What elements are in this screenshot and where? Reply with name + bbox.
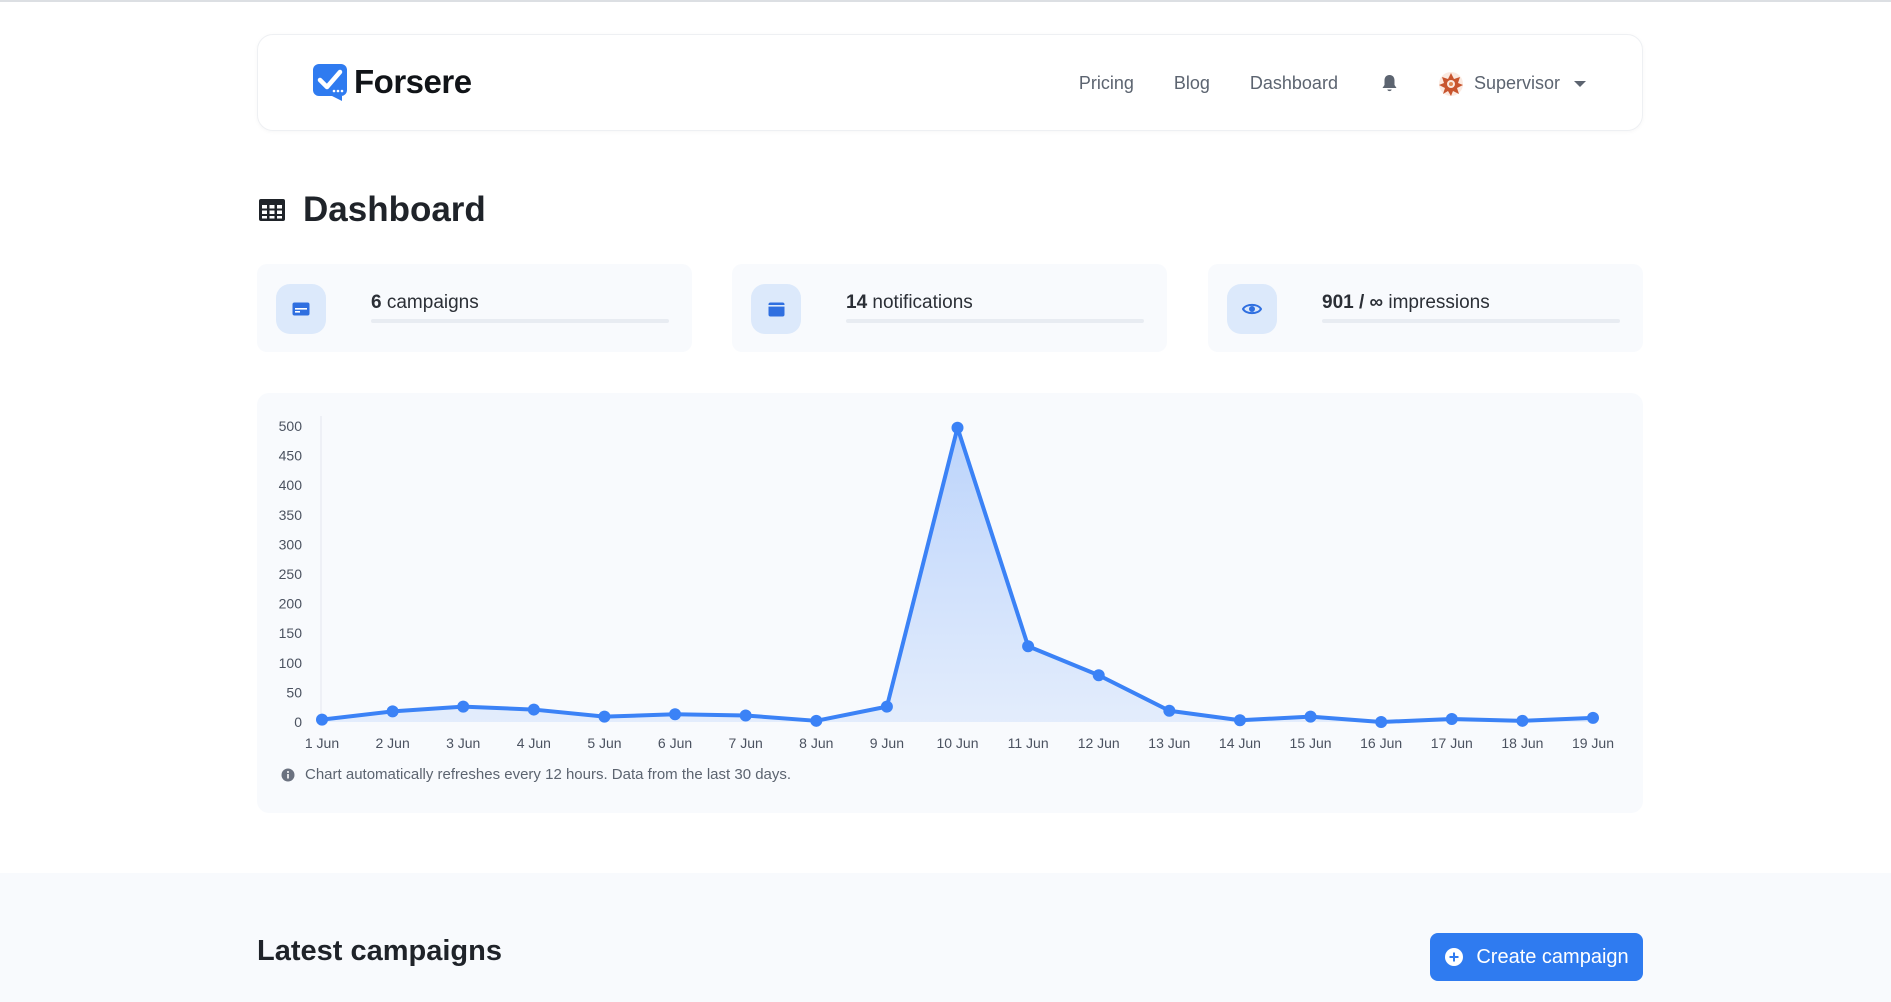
- y-tick-label: 500: [279, 418, 303, 434]
- stat-label: campaigns: [386, 292, 479, 313]
- data-point: [880, 700, 893, 713]
- top-border: [0, 0, 1891, 2]
- nav-links: Pricing Blog Dashboard Supervisor: [1079, 35, 1586, 132]
- data-point: [739, 709, 752, 722]
- data-point: [1022, 640, 1035, 653]
- brand-name: Forsere: [354, 63, 472, 100]
- notifications-button[interactable]: [1380, 74, 1400, 94]
- data-point: [1587, 711, 1599, 724]
- y-tick-label: 300: [279, 536, 303, 552]
- x-tick-label: 17 Jun: [1431, 735, 1473, 751]
- stat-text: 14 notifications: [846, 292, 973, 314]
- data-point: [669, 708, 682, 721]
- stat-icon-wrap: [276, 284, 326, 334]
- data-point: [598, 710, 611, 723]
- y-tick-label: 350: [279, 507, 303, 523]
- chevron-down-icon: [1574, 80, 1586, 87]
- data-point: [951, 421, 964, 434]
- data-point: [1092, 669, 1105, 682]
- y-tick-label: 400: [279, 477, 303, 493]
- checkmark-logo-icon: [313, 64, 347, 101]
- chart-note: Chart automatically refreshes every 12 h…: [281, 766, 791, 783]
- window-icon: [768, 302, 784, 316]
- stat-label: notifications: [872, 292, 973, 313]
- card-icon: [292, 302, 310, 316]
- data-point: [1445, 713, 1458, 726]
- stat-value: 901 / ∞: [1322, 292, 1384, 313]
- data-point: [1233, 714, 1246, 727]
- x-tick-label: 15 Jun: [1290, 735, 1332, 751]
- stat-progress-track: [371, 319, 669, 323]
- stat-progress-track: [1322, 319, 1620, 323]
- data-point: [316, 713, 328, 726]
- nav-link-dashboard[interactable]: Dashboard: [1250, 73, 1338, 94]
- x-tick-label: 12 Jun: [1078, 735, 1120, 751]
- user-name: Supervisor: [1473, 73, 1560, 93]
- stat-card-campaigns: 6 campaigns: [257, 264, 692, 352]
- x-tick-label: 5 Jun: [587, 735, 621, 751]
- create-campaign-button[interactable]: Create campaign: [1430, 933, 1643, 981]
- x-tick-label: 7 Jun: [729, 735, 763, 751]
- x-tick-label: 11 Jun: [1008, 735, 1049, 751]
- data-point: [527, 703, 540, 716]
- navbar: Forsere Pricing Blog Dashboard Superviso…: [257, 34, 1643, 131]
- nav-link-blog[interactable]: Blog: [1174, 73, 1210, 94]
- chart-note-text: Chart automatically refreshes every 12 h…: [305, 766, 792, 783]
- y-tick-label: 100: [279, 655, 303, 671]
- nav-link-pricing[interactable]: Pricing: [1079, 73, 1134, 94]
- y-tick-label: 0: [294, 714, 302, 730]
- x-tick-label: 13 Jun: [1148, 735, 1190, 751]
- chart-card: 0 50 100 150 200 250 300 350 400 450 500 1 Jun 2 Jun…: [257, 393, 1643, 813]
- stat-value: 14: [846, 292, 868, 313]
- x-tick-label: 6 Jun: [658, 735, 692, 751]
- y-tick-label: 450: [279, 448, 303, 464]
- section-title: Latest campaigns: [257, 935, 502, 967]
- brand-logo-link[interactable]: Forsere: [312, 63, 472, 101]
- data-point: [1304, 710, 1317, 723]
- x-tick-label: 1 Jun: [305, 735, 339, 751]
- stat-icon-wrap: [1227, 284, 1277, 334]
- page-title-text: Dashboard: [303, 190, 486, 229]
- stat-value: 6: [371, 292, 382, 313]
- y-tick-label: 50: [286, 684, 302, 700]
- y-tick-label: 200: [279, 596, 303, 612]
- stat-card-impressions: 901 / ∞ impressions: [1208, 264, 1643, 352]
- table-grid-icon: [259, 199, 285, 221]
- y-tick-label: 250: [279, 566, 303, 582]
- x-tick-label: 4 Jun: [517, 735, 551, 751]
- stat-label: impressions: [1388, 292, 1490, 313]
- stat-text: 6 campaigns: [371, 292, 479, 314]
- data-point: [810, 714, 823, 727]
- data-point: [1516, 714, 1529, 727]
- impressions-area: [322, 427, 1593, 722]
- create-campaign-label: Create campaign: [1476, 945, 1629, 968]
- x-tick-label: 19 Jun: [1572, 735, 1614, 751]
- stat-text: 901 / ∞ impressions: [1322, 292, 1490, 314]
- x-tick-label: 2 Jun: [375, 735, 409, 751]
- stat-progress-track: [846, 319, 1144, 323]
- stat-card-notifications: 14 notifications: [732, 264, 1167, 352]
- data-point: [1163, 704, 1176, 717]
- user-menu[interactable]: Supervisor: [1438, 71, 1586, 97]
- plus-circle-icon: [1445, 948, 1464, 966]
- bell-icon: [1382, 75, 1397, 92]
- impressions-chart: 0 50 100 150 200 250 300 350 400 450 500 1 Jun 2 Jun…: [279, 416, 1614, 751]
- x-tick-label: 14 Jun: [1219, 735, 1261, 751]
- latest-campaigns-section: Latest campaigns Create campaign: [0, 873, 1891, 1002]
- x-tick-label: 10 Jun: [936, 735, 978, 751]
- x-tick-label: 8 Jun: [799, 735, 833, 751]
- data-point: [386, 705, 399, 718]
- page-title: Dashboard: [258, 190, 486, 230]
- x-tick-label: 3 Jun: [446, 735, 480, 751]
- x-tick-label: 9 Jun: [870, 735, 904, 751]
- info-icon: [281, 768, 295, 781]
- y-tick-label: 150: [279, 625, 303, 641]
- stat-icon-wrap: [751, 284, 801, 334]
- x-tick-label: 16 Jun: [1360, 735, 1402, 751]
- eye-icon: [1242, 303, 1262, 315]
- data-point: [1375, 716, 1388, 728]
- data-point: [457, 700, 470, 713]
- x-tick-label: 18 Jun: [1501, 735, 1543, 751]
- geometric-avatar-icon: [1438, 71, 1463, 96]
